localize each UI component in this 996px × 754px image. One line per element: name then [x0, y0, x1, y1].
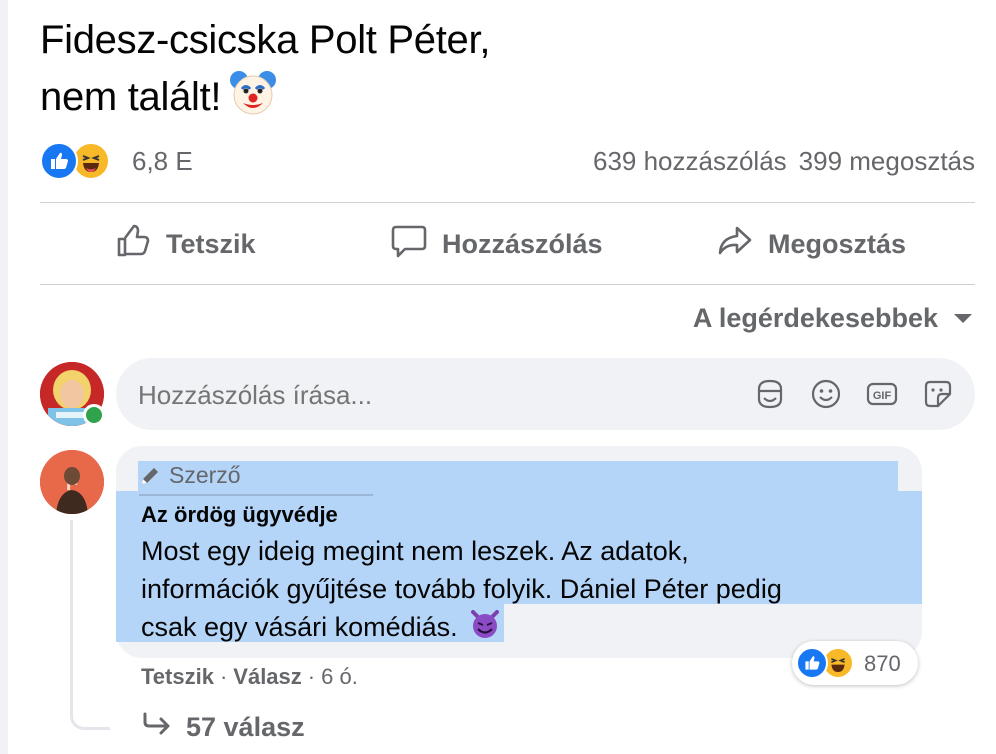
comment-button[interactable]: Hozzászólás	[390, 206, 603, 282]
caret-down-icon	[954, 314, 972, 323]
author-badge-label: Szerző	[169, 462, 241, 488]
comment-reply-link[interactable]: Válasz	[233, 664, 302, 689]
post-text-line-2: nem talált!	[40, 68, 490, 131]
text-selection-highlight	[138, 461, 898, 491]
comment-author-avatar[interactable]: F	[40, 450, 104, 514]
online-status-dot	[83, 404, 105, 426]
post-action-bar: Tetszik Hozzászólás Megosztás	[40, 206, 975, 282]
like-button-label: Tetszik	[166, 228, 256, 259]
left-edge	[0, 0, 8, 754]
reaction-count: 6,8 E	[132, 146, 193, 176]
clown-face-emoji-icon	[229, 68, 277, 131]
comment-text-line-3-text: csak egy vásári komédiás.	[141, 612, 458, 643]
sort-label: A legérdekesebbek	[692, 303, 938, 333]
share-button-label: Megosztás	[768, 228, 907, 259]
smiling-devil-emoji-icon	[469, 608, 501, 650]
like-icon	[796, 647, 828, 679]
post-stats: 639 hozzászólás 399 megosztás	[593, 146, 975, 177]
post-text-line-1: Fidesz-csicska Polt Péter,	[40, 18, 491, 62]
post-text-line-2-text: nem talált!	[40, 75, 222, 120]
comment-reaction-count: 870	[864, 651, 901, 676]
replies-label: 57 válasz	[186, 712, 305, 742]
gif-icon[interactable]: GIF	[864, 376, 900, 412]
author-badge: Szerző	[139, 462, 241, 489]
comment-author-name[interactable]: Az ördög ügyvédje	[141, 502, 338, 528]
divider	[40, 284, 975, 285]
badge-underline	[139, 494, 373, 496]
share-button[interactable]: Megosztás	[716, 206, 906, 282]
speech-bubble-icon	[390, 222, 442, 267]
view-replies-link[interactable]: 57 válasz	[142, 711, 305, 744]
meta-separator: ·	[219, 664, 228, 689]
like-icon	[40, 142, 78, 180]
sticker-icon[interactable]	[920, 376, 956, 412]
divider	[40, 202, 975, 203]
reply-arrow-icon	[142, 711, 186, 744]
share-count[interactable]: 399 megosztás	[799, 146, 975, 176]
comment-reactions[interactable]: 870	[792, 641, 918, 685]
comment-text-line-1: Most egy ideig megint nem leszek. Az ada…	[141, 536, 689, 566]
thumbs-up-icon	[114, 222, 166, 267]
comment-composer[interactable]: GIF	[116, 358, 975, 430]
comment-sort-dropdown[interactable]: A legérdekesebbek	[693, 303, 972, 334]
comment-button-label: Hozzászólás	[442, 228, 603, 259]
comment-text-line-2: információk gyűjtése tovább folyik. Dáni…	[141, 574, 782, 604]
pencil-icon	[139, 465, 161, 487]
svg-text:GIF: GIF	[873, 390, 892, 402]
avatar-sticker-icon[interactable]	[752, 376, 788, 412]
comment-meta: Tetszik · Válasz · 6 ó.	[141, 664, 358, 690]
meta-separator: ·	[307, 664, 316, 689]
comment-input[interactable]	[138, 380, 698, 411]
like-button[interactable]: Tetszik	[114, 206, 256, 282]
emoji-icon[interactable]	[808, 376, 844, 412]
reactions-summary[interactable]: 6,8 E 639 hozzászólás 399 megosztás	[40, 140, 975, 184]
post-text: Fidesz-csicska Polt Péter, nem talált!	[40, 12, 490, 131]
comment-text: Most egy ideig megint nem leszek. Az ada…	[141, 532, 921, 650]
reply-thread-line	[70, 520, 110, 730]
share-arrow-icon	[716, 222, 768, 267]
comment-like-link[interactable]: Tetszik	[141, 664, 214, 689]
comment-timestamp[interactable]: 6 ó.	[321, 664, 358, 689]
reaction-icons	[40, 142, 120, 182]
comment-count[interactable]: 639 hozzászólás	[593, 146, 787, 176]
